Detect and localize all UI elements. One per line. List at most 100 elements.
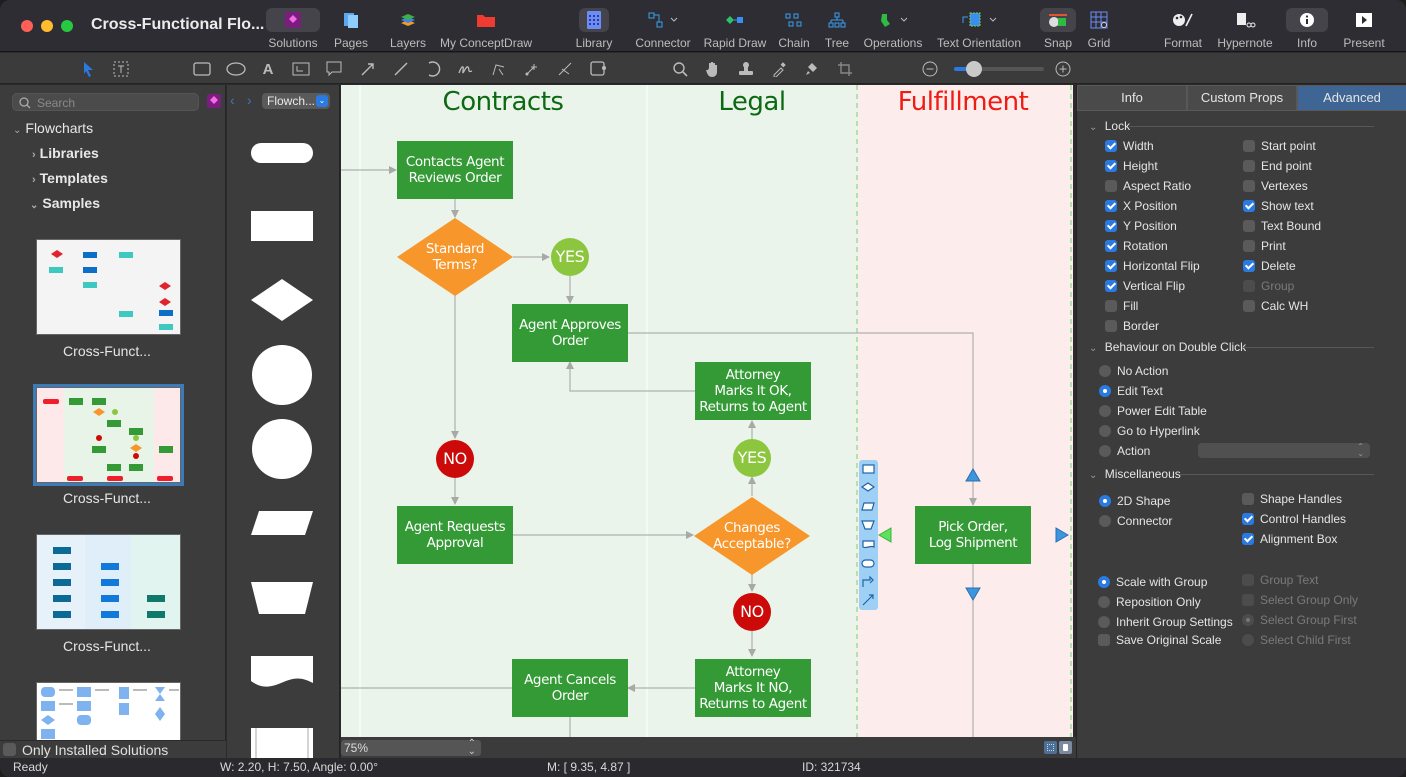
text-select-icon[interactable] xyxy=(111,59,131,79)
zoom-out-icon[interactable] xyxy=(920,59,940,79)
toolbar-solutions[interactable]: Solutions xyxy=(266,8,320,50)
toolbar-present[interactable]: Present xyxy=(1340,8,1388,50)
text-box-tool-icon[interactable] xyxy=(291,59,311,79)
line-tool-icon[interactable] xyxy=(391,59,411,79)
sample-thumbnail-selected[interactable] xyxy=(33,384,184,486)
tree-item-libraries[interactable]: › Libraries xyxy=(32,145,99,161)
callout-tool-icon[interactable] xyxy=(324,59,344,79)
container-tool-icon[interactable] xyxy=(588,59,608,79)
toolbar-chain[interactable]: Chain xyxy=(776,8,812,50)
toolbar-rapid-draw[interactable]: Rapid Draw xyxy=(703,8,767,50)
tab-custom-props[interactable]: Custom Props xyxy=(1187,85,1297,111)
diagram-canvas[interactable]: Contracts Legal Fulfillment Contacts Age… xyxy=(341,85,1073,737)
node-label[interactable]: NO xyxy=(733,593,771,631)
toolbar-snap[interactable]: Snap xyxy=(1040,8,1076,50)
section-miscellaneous[interactable]: ⌄ Miscellaneous xyxy=(1089,467,1379,481)
only-installed-solutions[interactable]: Only Installed Solutions xyxy=(0,740,226,758)
zoom-tool-icon[interactable] xyxy=(670,59,690,79)
section-double-click[interactable]: ⌄ Behaviour on Double Click xyxy=(1089,340,1379,354)
text-tool-icon[interactable]: A xyxy=(258,59,278,79)
fit-page-icon[interactable] xyxy=(1044,741,1057,754)
node-label[interactable]: YES xyxy=(733,439,771,477)
node-label[interactable]: Attorney Marks It NO, Returns to Agent xyxy=(695,659,811,717)
zoom-level-select[interactable]: 75% ⌃ ⌄ xyxy=(341,739,481,757)
node-label[interactable]: NO xyxy=(436,440,474,478)
tree-item-flowcharts[interactable]: ⌄ Flowcharts xyxy=(13,120,93,136)
toolbar-hypernote[interactable]: Hypernote xyxy=(1214,8,1276,50)
library-shape-terminator[interactable] xyxy=(251,143,313,163)
scissors-tool-icon[interactable] xyxy=(555,59,575,79)
add-point-tool-icon[interactable] xyxy=(522,59,542,79)
toolbar-layers[interactable]: Layers xyxy=(386,8,430,50)
toolbar-format[interactable]: Format xyxy=(1162,8,1204,50)
sample-thumbnail[interactable] xyxy=(36,239,181,335)
node-label[interactable]: Agent Approves Order xyxy=(512,304,628,362)
arc-tool-icon[interactable] xyxy=(423,59,443,79)
toolbar-library[interactable]: Library xyxy=(572,8,616,50)
library-shape-connector-circle[interactable] xyxy=(252,345,312,405)
rectangle-tool-icon[interactable] xyxy=(192,59,212,79)
library-back-icon[interactable]: ‹ xyxy=(230,92,235,108)
crop-tool-icon[interactable] xyxy=(835,59,855,79)
lane-title-contracts: Contracts xyxy=(442,87,564,117)
node-label[interactable]: YES xyxy=(551,238,589,276)
hand-tool-icon[interactable] xyxy=(703,59,723,79)
library-forward-icon[interactable]: › xyxy=(247,92,252,108)
tab-info[interactable]: Info xyxy=(1077,85,1187,111)
toolbar-grid[interactable]: Grid xyxy=(1084,8,1114,50)
arrow-tool-icon[interactable] xyxy=(358,59,378,79)
ellipse-tool-icon[interactable] xyxy=(226,59,246,79)
section-title: Lock xyxy=(1104,119,1131,133)
checkbox-indicator xyxy=(1105,220,1117,232)
library-shape-manual-operation[interactable] xyxy=(251,582,313,614)
node-label[interactable]: Agent Requests Approval xyxy=(397,506,513,564)
tree-item-templates[interactable]: › Templates xyxy=(32,170,108,186)
format-painter-icon[interactable] xyxy=(802,59,822,79)
zoom-slider-thumb[interactable] xyxy=(966,61,982,77)
toolbar-operations[interactable]: Operations xyxy=(862,8,924,50)
toolbar-info[interactable]: Info xyxy=(1286,8,1328,50)
node-label[interactable]: Contacts Agent Reviews Order xyxy=(397,141,513,199)
tab-advanced[interactable]: Advanced xyxy=(1297,85,1406,111)
eyedropper-tool-icon[interactable] xyxy=(769,59,789,79)
toolbar-my-conceptdraw[interactable]: My ConceptDraw xyxy=(440,8,532,50)
toolbar-connector[interactable]: Connector xyxy=(632,8,694,50)
node-label[interactable]: Changes Acceptable? xyxy=(694,497,810,575)
radio-indicator xyxy=(1098,616,1110,628)
toolbar-text-orientation[interactable]: Text Orientation xyxy=(935,8,1023,50)
zoom-window-button[interactable] xyxy=(61,20,73,32)
node-label[interactable]: Pick Order, Log Shipment xyxy=(915,506,1031,564)
minimize-window-button[interactable] xyxy=(41,20,53,32)
stamp-tool-icon[interactable] xyxy=(736,59,756,79)
polyline-tool-icon[interactable] xyxy=(489,59,509,79)
toolbar-tree[interactable]: Tree xyxy=(822,8,852,50)
library-shape-predefined-process[interactable] xyxy=(251,728,313,758)
sample-thumbnail[interactable] xyxy=(36,534,181,630)
tree-label: Samples xyxy=(42,195,100,211)
library-shape-process[interactable] xyxy=(251,211,313,241)
only-installed-checkbox[interactable] xyxy=(3,743,16,756)
tree-item-samples[interactable]: ⌄ Samples xyxy=(30,195,100,211)
zoom-slider[interactable] xyxy=(954,61,1044,77)
library-shape-decision[interactable] xyxy=(251,279,313,321)
node-label[interactable]: Agent Cancels Order xyxy=(512,659,628,717)
solution-store-icon[interactable] xyxy=(207,94,221,108)
library-shape-data[interactable] xyxy=(251,511,313,535)
action-select[interactable]: ⌃ ⌄ xyxy=(1198,443,1370,458)
library-selector[interactable]: Flowch... ⌄ xyxy=(262,93,330,109)
zoom-in-icon[interactable] xyxy=(1053,59,1073,79)
library-shape-document[interactable] xyxy=(251,656,313,688)
library-shape-circle[interactable] xyxy=(252,419,312,479)
section-lock[interactable]: ⌄ Lock xyxy=(1089,119,1379,133)
freehand-tool-icon[interactable] xyxy=(456,59,476,79)
select-arrow-icon[interactable] xyxy=(78,59,98,79)
toolbar-pages[interactable]: Pages xyxy=(328,8,374,50)
node-label[interactable]: Attorney Marks It OK, Returns to Agent xyxy=(695,362,811,420)
node-label[interactable]: Standard Terms? xyxy=(397,218,513,296)
actual-size-icon[interactable] xyxy=(1059,741,1072,754)
sample-thumbnail[interactable] xyxy=(36,682,181,740)
close-window-button[interactable] xyxy=(21,20,33,32)
search-input[interactable]: Search xyxy=(12,93,199,111)
radio-indicator xyxy=(1098,576,1110,588)
chevron-right-icon: › xyxy=(32,174,36,186)
